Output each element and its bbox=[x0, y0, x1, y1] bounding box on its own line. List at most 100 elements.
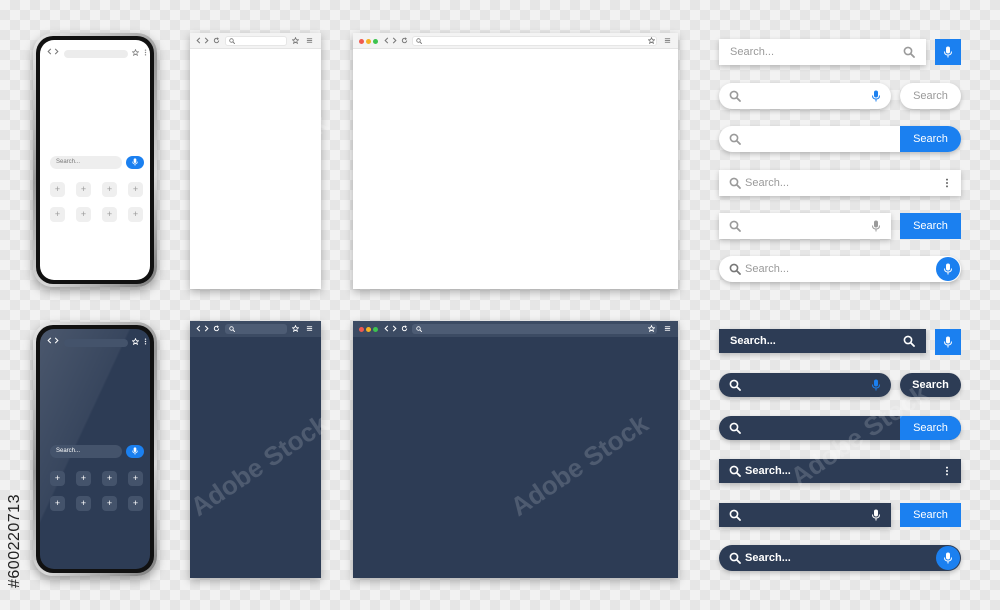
search-button[interactable]: Search bbox=[900, 83, 961, 109]
shortcut-tile[interactable]: + bbox=[50, 207, 65, 222]
minimize-dot[interactable] bbox=[366, 39, 371, 44]
menu-icon[interactable] bbox=[664, 37, 671, 44]
phone-search-input[interactable]: Search... bbox=[50, 445, 122, 458]
reload-icon[interactable] bbox=[401, 325, 408, 332]
chevron-right-icon[interactable] bbox=[391, 37, 398, 44]
shortcut-tile[interactable]: + bbox=[128, 207, 143, 222]
star-icon[interactable] bbox=[292, 37, 299, 44]
shortcut-tile[interactable]: + bbox=[102, 471, 117, 486]
search-placeholder: Search... bbox=[745, 263, 790, 275]
dark-search-bar-1[interactable]: Search... bbox=[719, 329, 926, 353]
mic-button[interactable] bbox=[936, 546, 960, 570]
star-icon[interactable] bbox=[648, 325, 655, 332]
dark-search-bar-5[interactable] bbox=[719, 503, 891, 527]
chevron-left-icon[interactable] bbox=[46, 48, 53, 55]
close-dot[interactable] bbox=[359, 39, 364, 44]
chevron-left-icon[interactable] bbox=[195, 37, 202, 44]
microphone-icon[interactable] bbox=[870, 379, 882, 391]
close-dot[interactable] bbox=[359, 327, 364, 332]
chevron-right-icon[interactable] bbox=[203, 37, 210, 44]
watermark-id: #600220713 bbox=[6, 494, 23, 588]
shortcut-tile[interactable]: + bbox=[76, 496, 91, 511]
phone-address-bar[interactable] bbox=[64, 50, 128, 58]
microphone-icon[interactable] bbox=[870, 509, 882, 521]
kebab-icon[interactable] bbox=[144, 49, 147, 56]
shortcut-tile[interactable]: + bbox=[50, 471, 65, 486]
light-search-bar-2[interactable] bbox=[719, 83, 891, 109]
microphone-icon[interactable] bbox=[870, 220, 882, 232]
phone-address-bar[interactable] bbox=[64, 339, 128, 347]
chevron-right-icon[interactable] bbox=[203, 325, 210, 332]
search-icon bbox=[729, 263, 741, 275]
star-icon[interactable] bbox=[292, 325, 299, 332]
search-icon bbox=[729, 509, 741, 521]
shortcut-tile[interactable]: + bbox=[76, 471, 91, 486]
address-bar[interactable] bbox=[412, 324, 657, 334]
kebab-icon[interactable] bbox=[945, 178, 949, 188]
phone-bezel: Search... + + + + + + + + bbox=[36, 325, 154, 573]
chevron-right-icon[interactable] bbox=[391, 325, 398, 332]
search-placeholder: Search... bbox=[730, 46, 775, 58]
light-search-bar-5[interactable] bbox=[719, 213, 891, 239]
search-icon bbox=[729, 133, 741, 145]
chevron-left-icon[interactable] bbox=[195, 325, 202, 332]
shortcut-tile[interactable]: + bbox=[76, 182, 91, 197]
search-button[interactable]: Search bbox=[900, 213, 961, 239]
reload-icon[interactable] bbox=[213, 325, 220, 332]
light-phone-mockup: Search... + + + + + + + + bbox=[33, 33, 157, 287]
phone-search-input[interactable]: Search... bbox=[50, 156, 122, 169]
phone-nav-buttons[interactable] bbox=[46, 48, 60, 55]
kebab-icon[interactable] bbox=[144, 338, 147, 345]
search-button[interactable]: Search bbox=[900, 126, 961, 152]
dark-search-bar-6[interactable]: Search... bbox=[719, 545, 961, 571]
mic-button[interactable] bbox=[936, 257, 960, 281]
shortcut-tile[interactable]: + bbox=[128, 182, 143, 197]
chevron-left-icon[interactable] bbox=[46, 337, 53, 344]
light-search-bar-1[interactable]: Search... bbox=[719, 39, 926, 65]
star-icon[interactable] bbox=[132, 49, 139, 56]
mic-button[interactable] bbox=[935, 39, 961, 65]
reload-icon[interactable] bbox=[213, 37, 220, 44]
search-icon bbox=[416, 38, 422, 44]
address-bar[interactable] bbox=[412, 36, 657, 46]
shortcut-tile[interactable]: + bbox=[50, 182, 65, 197]
shortcut-tile[interactable]: + bbox=[128, 471, 143, 486]
menu-icon[interactable] bbox=[664, 325, 671, 332]
chevron-right-icon[interactable] bbox=[53, 48, 60, 55]
light-search-bar-4[interactable]: Search... bbox=[719, 170, 961, 196]
reload-icon[interactable] bbox=[401, 37, 408, 44]
search-icon bbox=[729, 379, 741, 391]
kebab-icon[interactable] bbox=[945, 466, 949, 476]
chevron-left-icon[interactable] bbox=[383, 37, 390, 44]
minimize-dot[interactable] bbox=[366, 327, 371, 332]
search-icon bbox=[229, 326, 235, 332]
menu-icon[interactable] bbox=[306, 37, 313, 44]
search-icon[interactable] bbox=[903, 335, 915, 347]
microphone-icon[interactable] bbox=[870, 90, 882, 102]
shortcut-tile[interactable]: + bbox=[102, 207, 117, 222]
star-icon[interactable] bbox=[648, 37, 655, 44]
search-button[interactable]: Search bbox=[900, 503, 961, 527]
maximize-dot[interactable] bbox=[373, 39, 378, 44]
menu-icon[interactable] bbox=[306, 325, 313, 332]
dark-search-bar-2[interactable] bbox=[719, 373, 891, 397]
search-icon bbox=[729, 90, 741, 102]
phone-mic-button[interactable] bbox=[126, 445, 144, 458]
shortcut-tile[interactable]: + bbox=[76, 207, 91, 222]
chevron-left-icon[interactable] bbox=[383, 325, 390, 332]
shortcut-tile[interactable]: + bbox=[50, 496, 65, 511]
search-icon[interactable] bbox=[903, 46, 915, 58]
star-icon[interactable] bbox=[132, 338, 139, 345]
mic-button[interactable] bbox=[935, 329, 961, 355]
shortcut-tile[interactable]: + bbox=[102, 496, 117, 511]
light-search-bar-6[interactable]: Search... bbox=[719, 256, 961, 282]
phone-mic-button[interactable] bbox=[126, 156, 144, 169]
phone-shortcut-grid: + + + + + + + + bbox=[50, 471, 143, 511]
search-icon bbox=[229, 38, 235, 44]
maximize-dot[interactable] bbox=[373, 327, 378, 332]
light-search-bar-3[interactable]: Search bbox=[719, 126, 961, 152]
phone-nav-buttons[interactable] bbox=[46, 337, 60, 344]
chevron-right-icon[interactable] bbox=[53, 337, 60, 344]
shortcut-tile[interactable]: + bbox=[102, 182, 117, 197]
shortcut-tile[interactable]: + bbox=[128, 496, 143, 511]
